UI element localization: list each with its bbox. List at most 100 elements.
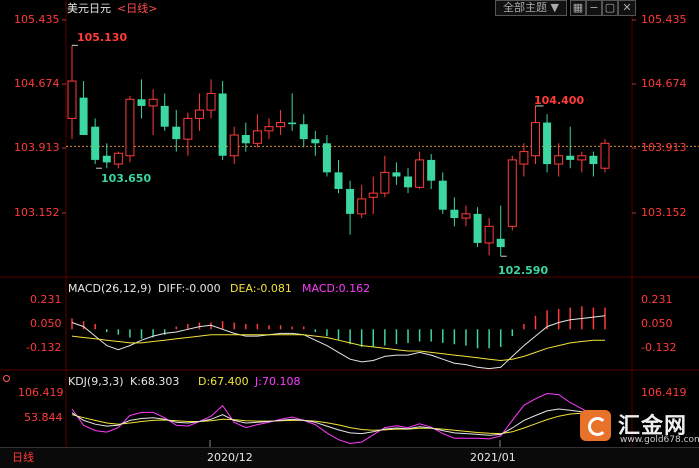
minus-icon: − [589, 1, 599, 14]
candle-body [276, 122, 286, 128]
candle-body [450, 209, 459, 219]
macd-diff-value: DIFF:-0.000 [158, 282, 221, 295]
candle-body [160, 105, 169, 127]
price-label-right-0: 105.435 [641, 13, 687, 26]
price-label-left-2: 103.913 [14, 141, 60, 154]
logo-url: www.gold678.com [620, 435, 699, 445]
close-button[interactable]: ✕ [618, 0, 636, 16]
kdj-k-value: K:68.303 [130, 375, 180, 388]
macd-title: MACD(26,12,9) [68, 282, 152, 295]
macd-axis-left-0: 0.231 [30, 293, 62, 306]
time-label-1: 2021/01 [470, 451, 516, 464]
candle-body [380, 171, 390, 194]
kdj-d-line [71, 412, 606, 435]
pair-title: 美元日元 [67, 2, 111, 15]
candle-body [311, 139, 320, 144]
candle-body [113, 152, 123, 165]
macd-axis-right-2: -0.132 [641, 341, 677, 354]
theme-select-label: 全部主题 [503, 1, 548, 14]
candle-body [438, 180, 447, 210]
candle-body [484, 225, 494, 244]
candle-body [530, 122, 540, 157]
candle-body [496, 238, 505, 248]
candle-body [218, 93, 227, 156]
candle-body [67, 80, 77, 119]
candle-body [415, 159, 425, 188]
candle-body [125, 98, 135, 157]
candle-body [519, 151, 529, 165]
candle-body [299, 124, 308, 140]
candle-body [183, 117, 193, 140]
price-label-right-2: 103.913 [641, 141, 687, 154]
settings-dot-icon[interactable] [3, 375, 10, 382]
candle-body [252, 130, 262, 144]
kdj-axis-left-0: 106.419 [18, 386, 64, 399]
price-label-left-3: 103.152 [14, 206, 60, 219]
candle-body [543, 122, 552, 165]
candle-body [172, 126, 181, 140]
candle-body [137, 99, 146, 106]
candle-body [322, 143, 331, 173]
bottom-bar [0, 447, 699, 468]
close-icon: ✕ [622, 1, 632, 14]
gold678-logo: 汇金网 www.gold678.com [580, 410, 699, 448]
kdj-k-line [71, 408, 606, 436]
kdj-j-value: J:70.108 [255, 375, 301, 388]
candle-body [194, 109, 204, 119]
view-grid-button[interactable]: ▦ [570, 0, 586, 16]
expand-button[interactable]: ▢ [602, 0, 618, 16]
candle-body [288, 122, 297, 125]
candle-body [554, 155, 564, 165]
candle-body [229, 134, 239, 157]
chevron-down-icon: ▼ [550, 1, 559, 14]
candle-body [589, 155, 598, 165]
macd-macd-value: MACD:0.162 [302, 282, 371, 295]
price-label-right-3: 103.152 [641, 206, 687, 219]
tab-daily[interactable]: 日线 [12, 451, 34, 464]
high-annotation-left: 105.130 [77, 31, 128, 44]
candle-body [148, 98, 158, 107]
candle-body [346, 188, 355, 214]
macd-axis-right-0: 0.231 [641, 293, 673, 306]
expand-icon: ▢ [604, 1, 616, 14]
kdj-d-value: D:67.400 [198, 375, 249, 388]
chart-canvas[interactable] [0, 0, 699, 467]
macd-diff-line [71, 315, 606, 370]
candle-body [102, 155, 111, 163]
kdj-axis-left-1: 53.844 [24, 411, 63, 424]
candle-body [368, 192, 378, 198]
macd-dea-value: DEA:-0.081 [230, 282, 292, 295]
candle-body [566, 155, 575, 160]
candle-body [91, 126, 100, 160]
candle-body [473, 213, 482, 243]
candle-body [264, 126, 274, 132]
price-label-left-1: 104.674 [14, 77, 60, 90]
candle-body [241, 134, 250, 144]
candle-body [357, 198, 367, 215]
low-annotation-bottom: 102.590 [498, 264, 549, 277]
kdj-axis-right-0: 106.419 [641, 386, 687, 399]
candle-body [600, 142, 610, 169]
low-annotation-left: 103.650 [101, 172, 152, 185]
macd-axis-right-1: 0.050 [641, 317, 673, 330]
price-label-left-0: 105.435 [14, 13, 60, 26]
macd-axis-left-2: -0.132 [26, 341, 62, 354]
candle-body [461, 213, 471, 219]
logo-mark-icon [580, 410, 611, 441]
candle-body [577, 155, 587, 161]
candle-body [404, 176, 413, 188]
period-link[interactable]: <日线> [117, 2, 157, 15]
time-label-0: 2020/12 [207, 451, 253, 464]
candle-body [206, 92, 216, 111]
kdj-j-line [71, 392, 605, 445]
candle-body [392, 172, 401, 177]
price-label-right-1: 104.674 [641, 77, 687, 90]
kdj-title: KDJ(9,3,3) [68, 375, 124, 388]
macd-axis-left-1: 0.050 [30, 317, 62, 330]
minimize-button[interactable]: − [586, 0, 602, 16]
candle-body [334, 172, 343, 189]
theme-select[interactable]: 全部主题 ▼ [495, 0, 567, 16]
candle-body [507, 159, 517, 227]
high-annotation-right: 104.400 [534, 94, 585, 107]
candle-body [427, 159, 436, 181]
